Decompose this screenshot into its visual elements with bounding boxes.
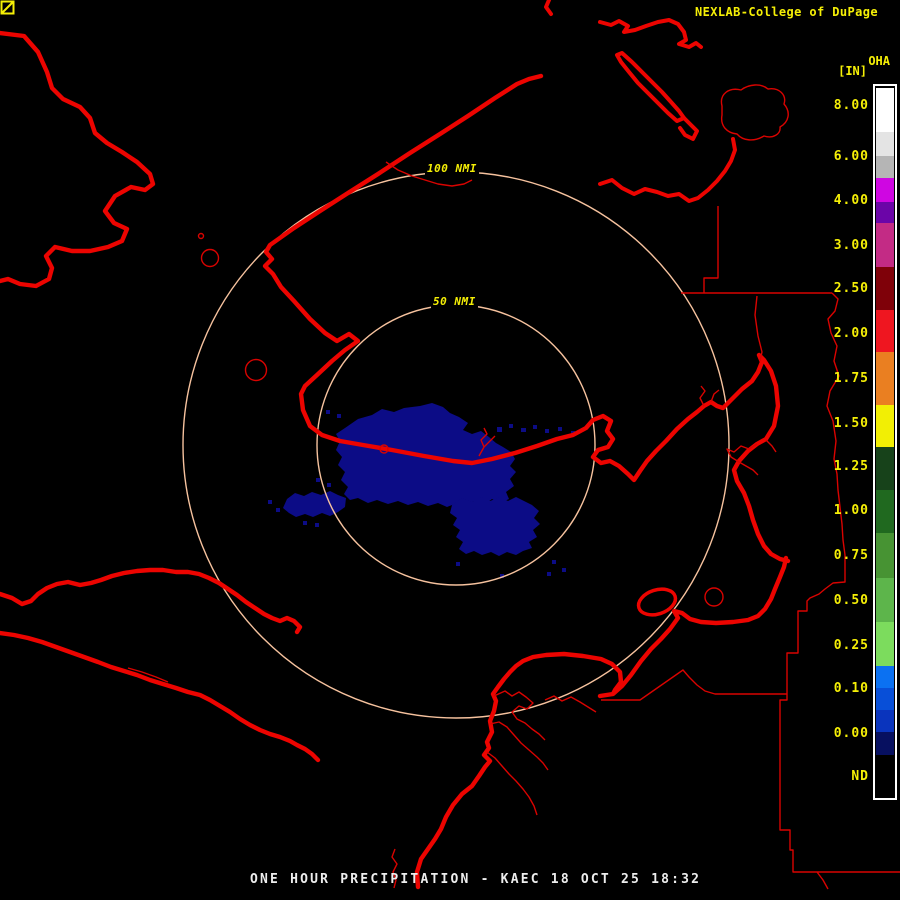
- coast-south-shoreline: [414, 555, 789, 890]
- radar-map: [0, 0, 900, 890]
- unit-label: [IN]: [838, 64, 867, 78]
- colorbar-segment: [876, 132, 894, 156]
- coast-main-shoreline: [262, 73, 791, 564]
- coast-north-island-cluster: [544, 0, 737, 203]
- colorbar-segment: [876, 202, 894, 223]
- colorbar-segment: [876, 688, 894, 710]
- radar-screen: NEXLAB-College of DuPage OHA [IN] 8.00 6.…: [0, 0, 900, 900]
- colorbar-segment: [876, 578, 894, 622]
- colorbar: [873, 84, 897, 800]
- island-south-meander: [598, 137, 737, 203]
- colorbar-segment: [876, 310, 894, 352]
- colorbar-value-label: 0.25: [833, 638, 869, 653]
- island-circle-west: [200, 248, 220, 268]
- colorbar-value-label: 0.00: [833, 726, 869, 741]
- colorbar-segment: [876, 533, 894, 578]
- island-top-wiggle: [598, 18, 703, 49]
- colorbar-value-label: ND: [851, 769, 869, 784]
- colorbar-segment: [876, 447, 894, 490]
- colorbar-value-label: 0.10: [833, 681, 869, 696]
- island-spit-hook: [678, 116, 699, 141]
- header-title: NEXLAB-College of DuPage: [695, 5, 878, 19]
- colorbar-segment: [876, 178, 894, 202]
- island-dot-west: [197, 232, 205, 240]
- lagoon-squiggle-3: [486, 751, 538, 816]
- island-outline-northeast: [720, 84, 789, 141]
- colorbar-segment: [876, 352, 894, 405]
- colorbar-value-label: 1.75: [833, 371, 869, 386]
- lagoon-squiggle-4: [544, 695, 597, 713]
- colorbar-value-label: 1.50: [833, 416, 869, 431]
- lake-outline-southeast: [636, 587, 678, 617]
- colorbar-segment: [876, 156, 894, 178]
- colorbar-value-label: 6.00: [833, 149, 869, 164]
- product-caption: ONE HOUR PRECIPITATION - KAEC 18 OCT 25 …: [250, 872, 702, 887]
- island-barrier-spit: [615, 51, 686, 123]
- colorbar-value-label: 1.25: [833, 459, 869, 474]
- coast-southwest-lower: [0, 630, 321, 763]
- colorbar-value-label: 0.75: [833, 548, 869, 563]
- colorbar-value-label: 2.00: [833, 326, 869, 341]
- precip-west-arm: [283, 491, 346, 517]
- precip-se-lobe: [450, 497, 540, 556]
- range-ring-label: 50 NMI: [431, 294, 478, 309]
- colorbar-value-label: 2.50: [833, 281, 869, 296]
- island-circle-midwest: [244, 358, 268, 382]
- cod-logo-icon: [0, 0, 15, 15]
- colorbar-segment: [876, 490, 894, 533]
- colorbar-segment: [876, 622, 894, 666]
- lagoon-squiggle-1: [493, 690, 546, 741]
- colorbar-segment: [876, 755, 894, 798]
- colorbar-value-label: 1.00: [833, 503, 869, 518]
- product-abbrev-label: OHA: [868, 54, 890, 68]
- boundary-vertical-east: [754, 295, 763, 362]
- colorbar-segment: [876, 666, 894, 688]
- map-detail-lines: [127, 84, 900, 890]
- colorbar-segment: [876, 732, 894, 755]
- colorbar-segment: [876, 710, 894, 732]
- colorbar-value-label: 3.00: [833, 238, 869, 253]
- colorbar-segment: [876, 405, 894, 447]
- coast-northwest-landmass: [0, 30, 156, 289]
- colorbar-value-label: 4.00: [833, 193, 869, 208]
- colorbar-segment: [876, 223, 894, 267]
- island-circle-southeast: [704, 587, 724, 607]
- range-ring-label: 100 NMI: [425, 161, 479, 176]
- colorbar-value-label: 0.50: [833, 593, 869, 608]
- coast-top-edge-tick: [544, 0, 553, 16]
- colorbar-segment: [876, 267, 894, 310]
- coast-southwest-upper: [0, 567, 303, 635]
- colorbar-segment: [876, 88, 894, 132]
- colorbar-value-label: 8.00: [833, 98, 869, 113]
